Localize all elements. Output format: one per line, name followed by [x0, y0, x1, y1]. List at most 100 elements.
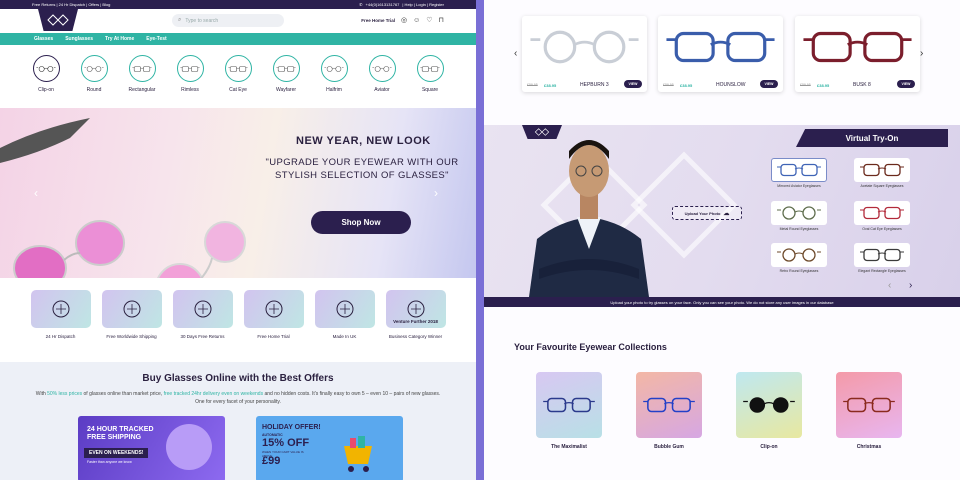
tryon-glasses-item[interactable]: Metal Round Eyeglasses [771, 201, 827, 231]
product-image [530, 30, 639, 64]
product-image [803, 31, 912, 63]
old-price: £59.95 [527, 83, 538, 87]
holiday-offer-promo[interactable]: HOLIDAY OFFER! AUTOMATIC 15% OFF WHEN YO… [256, 416, 403, 480]
venture-badge-text: Venture Further 2018 [393, 319, 438, 324]
promo2-price: £99 [262, 455, 281, 467]
virtual-try-on-title: Virtual Try-On [796, 129, 948, 147]
old-price: £59.95 [800, 83, 811, 87]
rectangular-glasses-icon [128, 55, 156, 82]
shape-aviator[interactable]: Aviator [366, 55, 399, 107]
tryon-glasses-item[interactable]: Elegant Rectangle Eyeglasses [854, 243, 910, 273]
heart-icon[interactable]: ♡ [426, 16, 432, 24]
offers-text: With 50% less prices of glasses online t… [34, 390, 442, 406]
upload-cloud-icon: ☁ [723, 210, 730, 217]
shape-cat-eye[interactable]: Cat Eye [222, 55, 255, 107]
collection-card[interactable]: Bubble Gum [636, 372, 702, 450]
rocket-icon [166, 424, 212, 470]
collection-image [636, 372, 702, 438]
upload-photo-button[interactable]: Upload Your Photo ☁ [672, 206, 742, 220]
tryon-glasses-item[interactable]: Retro Round Eyeglasses [771, 243, 827, 273]
house-glasses-icon [172, 290, 233, 328]
menu-try-at-home[interactable]: Try At Home [105, 36, 134, 42]
less-prices-link[interactable]: 50% less prices [47, 391, 82, 397]
old-price: £59.95 [663, 83, 674, 87]
uk-flag-icon [314, 290, 375, 328]
view-button[interactable]: VIEW [624, 80, 642, 88]
clip-on-glasses-icon [32, 55, 60, 82]
promo1-band: EVEN ON WEEKENDS! [84, 448, 149, 458]
promo2-off: 15% OFF [262, 437, 310, 449]
tryon-footer: Upload your photo to try glasses on your… [484, 297, 960, 307]
wayfarer-glasses-icon [272, 55, 300, 82]
top-bar-links[interactable]: Free Returns | 24 Hr Dispatch | Offers |… [32, 2, 110, 7]
feature-item: 24 Hr Dispatch [30, 290, 91, 339]
tryon-glasses-item[interactable]: Oval Cat Eye Eyeglasses [854, 201, 910, 231]
shape-label: Square [421, 87, 439, 93]
shape-halfrim[interactable]: Halfrim [318, 55, 351, 107]
feature-label: Business Category Winner [388, 334, 443, 339]
rocket-clock-icon [30, 290, 91, 328]
offers-section: Buy Glasses Online with the Best Offers … [0, 362, 476, 480]
product-card[interactable]: £59.95 £38.95 HEPBURN 3 VIEW [522, 16, 647, 92]
view-button[interactable]: VIEW [897, 80, 915, 88]
cart-icon[interactable]: ⊓ [439, 16, 444, 24]
round-glasses-icon [80, 55, 108, 82]
feature-item: Free Home Trial [243, 290, 304, 339]
view-button[interactable]: VIEW [760, 80, 778, 88]
shape-label: Round [86, 87, 102, 93]
hero-prev-arrow[interactable]: ‹ [34, 186, 38, 200]
phone-number[interactable]: +44(0)1613131767 [365, 2, 399, 7]
user-icon[interactable]: ☺ [413, 17, 420, 24]
collection-label: Christmas [856, 444, 882, 450]
shape-rectangular[interactable]: Rectangular [126, 55, 159, 107]
aviator-glasses-icon [368, 55, 396, 82]
favourites-title: Your Favourite Eyewear Collections [514, 342, 667, 352]
shape-round[interactable]: Round [78, 55, 111, 107]
bee-icon: Venture Further 2018 [385, 290, 446, 328]
header-nav: Free Home Trial ◎ ☺ ♡ ⊓ [361, 16, 444, 25]
collection-card[interactable]: The Maximalist [536, 372, 602, 450]
free-shipping-promo[interactable]: 24 HOUR TRACKED FREE SHIPPING EVEN ON WEE… [78, 416, 225, 480]
collection-card[interactable]: Clip-on [736, 372, 802, 450]
shape-rimless[interactable]: Rimless [174, 55, 207, 107]
header: ⌕ Type to search Free Home Trial ◎ ☺ ♡ ⊓ [0, 9, 476, 33]
product-card[interactable]: £59.95 £38.95 HOUNSLOW VIEW [658, 16, 783, 92]
logo[interactable] [38, 9, 78, 31]
products-prev-arrow[interactable]: ‹ [514, 48, 517, 59]
products-next-arrow[interactable]: › [920, 48, 923, 59]
search-input[interactable]: ⌕ Type to search [172, 14, 284, 27]
account-links[interactable]: | Help | Login | Register [402, 2, 444, 7]
shape-list: Clip-on Round Rectangular Rimless Cat Eye Way… [0, 45, 476, 107]
shape-label: Cat Eye [229, 87, 247, 93]
feature-item: Venture Further 2018 Business Category Wi… [385, 290, 446, 339]
menu-sunglasses[interactable]: Sunglasses [65, 36, 93, 42]
hero-glasses-image [0, 118, 246, 278]
new-price: £38.95 [544, 83, 557, 88]
home-trial-icon [243, 290, 304, 328]
menu-glasses[interactable]: Glasses [34, 36, 53, 42]
hero-next-arrow[interactable]: › [434, 186, 438, 200]
product-card[interactable]: £59.95 £38.95 BUSK 8 VIEW [795, 16, 920, 92]
top-bar: Free Returns | 24 Hr Dispatch | Offers |… [0, 0, 476, 9]
tryon-glasses-image [854, 158, 910, 182]
menu-eye-test[interactable]: Eye-Test [146, 36, 166, 42]
tryon-prev-arrow[interactable]: ‹ [888, 280, 891, 291]
feature-item: Made In UK [314, 290, 375, 339]
shop-now-button[interactable]: Shop Now [311, 211, 411, 234]
glasses-icon[interactable]: ◎ [401, 16, 407, 24]
tryon-glasses-item[interactable]: Acetate Square Eyeglasses [854, 158, 910, 188]
tryon-glasses-label: Retro Round Eyeglasses [779, 269, 819, 273]
shape-clip-on[interactable]: Clip-on [30, 55, 63, 107]
tryon-next-arrow[interactable]: › [909, 280, 912, 291]
delivery-truck-icon [101, 290, 162, 328]
free-home-trial-link[interactable]: Free Home Trial [361, 18, 395, 23]
shape-wayfarer[interactable]: Wayfarer [270, 55, 303, 107]
tracked-delivery-link[interactable]: free tracked 24hr delivery even on weeke… [164, 391, 264, 397]
model-photo [529, 140, 649, 297]
halfrim-glasses-icon [320, 55, 348, 82]
collection-card[interactable]: Christmas [836, 372, 902, 450]
square-glasses-icon [416, 55, 444, 82]
shape-square[interactable]: Square [414, 55, 447, 107]
tryon-glasses-item[interactable]: Mirrored Aviator Eyeglasses [771, 158, 827, 188]
promo1-line2: FREE SHIPPING [87, 434, 142, 441]
